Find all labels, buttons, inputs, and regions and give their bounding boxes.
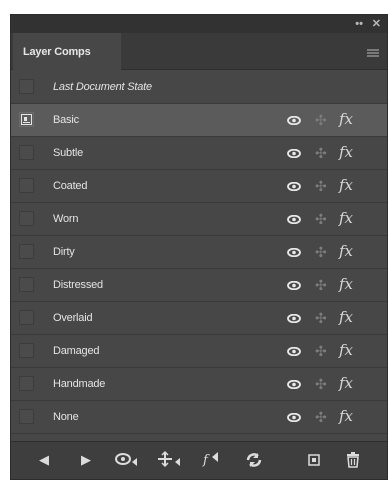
layer-comp-row[interactable]: Worn ✣ fx <box>11 203 387 236</box>
comp-options: ✣ fx <box>287 137 367 169</box>
position-icon[interactable]: ✣ <box>315 376 327 392</box>
appearance-fx-icon[interactable]: fx <box>339 340 353 360</box>
visibility-icon[interactable] <box>287 314 301 323</box>
comp-options: ✣ fx <box>287 335 367 367</box>
apply-comp-checkbox[interactable] <box>19 409 34 424</box>
apply-comp-checkbox[interactable] <box>19 79 34 94</box>
panel-titlebar: •• ✕ <box>11 15 387 33</box>
panel-tab-bar: Layer Comps <box>11 33 387 70</box>
layer-comp-row[interactable]: Coated ✣ fx <box>11 170 387 203</box>
apply-comp-checkbox[interactable] <box>19 310 34 325</box>
comp-label: Last Document State <box>53 81 152 93</box>
next-comp-icon[interactable]: ▶ <box>81 450 91 470</box>
comp-options: ✣ fx <box>287 269 367 301</box>
comp-options: ✣ fx <box>287 368 367 400</box>
layer-comp-row[interactable]: Distressed ✣ fx <box>11 269 387 302</box>
layer-comp-row[interactable]: Dirty ✣ fx <box>11 236 387 269</box>
position-icon[interactable]: ✣ <box>315 112 327 128</box>
visibility-icon[interactable] <box>287 413 301 422</box>
visibility-icon[interactable] <box>287 182 301 191</box>
layer-comps-panel: •• ✕ Layer Comps Last Document State Basi… <box>10 14 388 480</box>
comp-label: Basic <box>53 114 79 126</box>
visibility-icon[interactable] <box>287 281 301 290</box>
visibility-icon[interactable] <box>287 149 301 158</box>
visibility-icon[interactable] <box>287 116 301 125</box>
panel-footer: ◀ ▶ f <box>11 441 387 479</box>
apply-style-icon[interactable]: f <box>203 450 222 470</box>
current-comp-icon <box>21 114 32 125</box>
appearance-fx-icon[interactable]: fx <box>339 175 353 195</box>
appearance-fx-icon[interactable]: fx <box>339 208 353 228</box>
appearance-fx-icon[interactable]: fx <box>339 142 353 162</box>
visibility-icon[interactable] <box>287 248 301 257</box>
visibility-icon[interactable] <box>287 380 301 389</box>
comp-label: Distressed <box>53 279 103 291</box>
apply-comp-checkbox[interactable] <box>19 376 34 391</box>
comp-label: Dirty <box>53 246 75 258</box>
appearance-fx-icon[interactable]: fx <box>339 373 353 393</box>
panel-menu-icon[interactable] <box>367 49 379 57</box>
apply-position-icon[interactable] <box>157 450 185 470</box>
comp-label: None <box>53 411 79 423</box>
collapse-icon[interactable]: •• <box>355 17 363 31</box>
layer-comps-list: Last Document State Basic ✣ fx Subtle ✣ fx Coat… <box>11 71 387 434</box>
layer-comp-row[interactable]: Basic ✣ fx <box>11 104 387 137</box>
position-icon[interactable]: ✣ <box>315 211 327 227</box>
layer-comp-row[interactable]: Handmade ✣ fx <box>11 368 387 401</box>
visibility-icon[interactable] <box>287 215 301 224</box>
position-icon[interactable]: ✣ <box>315 244 327 260</box>
comp-options: ✣ fx <box>287 104 367 136</box>
comp-label: Subtle <box>53 147 83 159</box>
apply-comp-checkbox[interactable] <box>19 178 34 193</box>
apply-visibility-icon[interactable] <box>115 450 143 470</box>
comp-label: Overlaid <box>53 312 93 324</box>
comp-label: Worn <box>53 213 79 225</box>
apply-comp-checkbox[interactable] <box>19 244 34 259</box>
position-icon[interactable]: ✣ <box>315 409 327 425</box>
position-icon[interactable]: ✣ <box>315 277 327 293</box>
update-comp-icon[interactable] <box>245 450 263 470</box>
comp-label: Coated <box>53 180 88 192</box>
appearance-fx-icon[interactable]: fx <box>339 307 353 327</box>
comp-label: Handmade <box>53 378 106 390</box>
apply-comp-checkbox[interactable] <box>19 211 34 226</box>
layer-comp-row[interactable]: Damaged ✣ fx <box>11 335 387 368</box>
layer-comp-row[interactable]: None ✣ fx <box>11 401 387 434</box>
apply-comp-checkbox[interactable] <box>19 112 34 127</box>
apply-comp-checkbox[interactable] <box>19 343 34 358</box>
layer-comp-row[interactable]: Last Document State <box>11 71 387 104</box>
layer-comp-row[interactable]: Subtle ✣ fx <box>11 137 387 170</box>
comp-label: Damaged <box>53 345 100 357</box>
tab-layer-comps[interactable]: Layer Comps <box>13 33 121 70</box>
position-icon[interactable]: ✣ <box>315 145 327 161</box>
position-icon[interactable]: ✣ <box>315 310 327 326</box>
delete-comp-icon[interactable] <box>345 450 361 470</box>
appearance-fx-icon[interactable]: fx <box>339 109 353 129</box>
comp-options: ✣ fx <box>287 236 367 268</box>
appearance-fx-icon[interactable]: fx <box>339 241 353 261</box>
new-comp-icon[interactable] <box>307 450 323 470</box>
position-icon[interactable]: ✣ <box>315 343 327 359</box>
comp-options: ✣ fx <box>287 203 367 235</box>
visibility-icon[interactable] <box>287 347 301 356</box>
apply-comp-checkbox[interactable] <box>19 145 34 160</box>
position-icon[interactable]: ✣ <box>315 178 327 194</box>
appearance-fx-icon[interactable]: fx <box>339 274 353 294</box>
comp-options: ✣ fx <box>287 170 367 202</box>
comp-options: ✣ fx <box>287 302 367 334</box>
close-icon[interactable]: ✕ <box>372 17 381 31</box>
appearance-fx-icon[interactable]: fx <box>339 406 353 426</box>
apply-comp-checkbox[interactable] <box>19 277 34 292</box>
previous-comp-icon[interactable]: ◀ <box>39 450 49 470</box>
comp-options: ✣ fx <box>287 401 367 433</box>
layer-comp-row[interactable]: Overlaid ✣ fx <box>11 302 387 335</box>
